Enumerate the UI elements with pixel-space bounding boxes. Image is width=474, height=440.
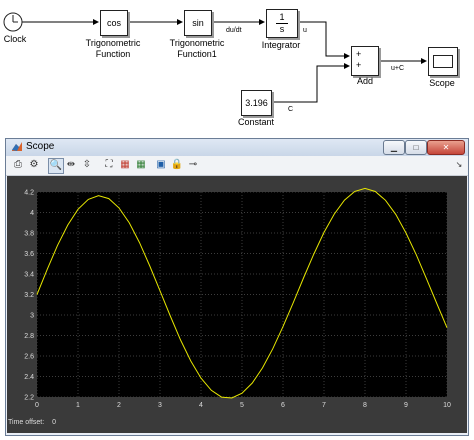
scope-chart: 0 1 2 3 4 5 6 7 8 9 10 2.2 2.4 2.6 2.8 3 3.2 3.4 3.6 3.8 4 4.… [24, 187, 451, 409]
clock-label: Clock [3, 34, 27, 44]
toolbar-dock-arrow[interactable]: ↘ [452, 158, 466, 172]
print-icon: ⎙ [14, 159, 22, 170]
autoscale-icon: ⛶ [105, 159, 113, 170]
zoom-y-icon: ⇳ [82, 159, 92, 170]
trig-function1-label: Trigonometric Function1 [162, 38, 232, 60]
zoom-icon: 🔍 [49, 160, 63, 171]
add-port2-sign: + [356, 60, 362, 70]
trig-function-text: cos [106, 18, 121, 28]
minimize-icon: ▁ [390, 143, 398, 152]
y-tick-label: 4.2 [24, 190, 34, 197]
time-offset-label: Time offset: [8, 419, 45, 426]
x-tick-label: 8 [363, 402, 367, 409]
trig-function1-label-line1: Trigonometric [169, 38, 225, 48]
scope-window-title: Scope [26, 141, 55, 152]
trig-function-block[interactable]: cos [100, 10, 128, 36]
matlab-logo-icon [12, 142, 22, 151]
signal-c: C [288, 106, 294, 113]
simulink-diagram: Clock cos Trigonometric Function sin Tri… [0, 0, 474, 132]
signal-dudt: du/dt [226, 27, 242, 34]
minimize-button[interactable]: ▁ [383, 140, 405, 155]
status-bar: Time offset: 0 [8, 419, 56, 426]
constant-value: 3.196 [245, 98, 268, 108]
x-tick-label: 4 [199, 402, 203, 409]
close-button[interactable]: ✕ [427, 140, 465, 155]
signal-uc: u+C [391, 65, 405, 72]
gear-icon: ⚙ [29, 159, 39, 170]
y-tick-label: 3.2 [24, 292, 34, 299]
trig-function-label-line2: Function [95, 49, 131, 59]
signal-selection-button[interactable]: ⊸ [186, 158, 200, 172]
maximize-icon: □ [413, 143, 419, 152]
x-tick-label: 3 [158, 402, 162, 409]
x-tick-label: 9 [404, 402, 408, 409]
scope-label: Scope [429, 78, 455, 88]
y-tick-label: 3 [30, 313, 34, 320]
x-tick-label: 5 [240, 402, 244, 409]
scope-toolbar: ⎙ ⚙ 🔍 ⇹ ⇳ ⛶ ▦ ▦ ▣ 🔒 ⊸ ↘ [6, 156, 468, 176]
constant-block[interactable]: 3.196 [241, 90, 272, 116]
add-port1-sign: + [356, 49, 362, 59]
autoscale-button[interactable]: ⛶ [102, 158, 116, 172]
y-tick-label: 2.4 [24, 374, 34, 381]
y-tick-label: 2.6 [24, 354, 34, 361]
add-label: Add [356, 76, 373, 86]
lock-button[interactable]: 🔒 [170, 158, 184, 172]
parameters-button[interactable]: ⚙ [27, 158, 41, 172]
add-block[interactable]: + + [351, 46, 379, 76]
print-button[interactable]: ⎙ [11, 158, 25, 172]
x-tick-label: 1 [76, 402, 80, 409]
scope-block[interactable] [428, 47, 458, 76]
y-tick-label: 3.8 [24, 231, 34, 238]
trig-function-label: Trigonometric Function [78, 38, 148, 60]
wire-constant-add [270, 63, 350, 103]
plot-area: 0 1 2 3 4 5 6 7 8 9 10 2.2 2.4 2.6 2.8 3 3.2 3.4 3.6 3.8 4 4.… [7, 176, 467, 433]
trig-function-label-line1: Trigonometric [85, 38, 141, 48]
y-tick-label: 3.4 [24, 272, 34, 279]
time-offset-value: 0 [52, 419, 57, 426]
zoom-x-button[interactable]: ⇹ [64, 158, 78, 172]
lock-icon: 🔒 [170, 159, 184, 170]
zoom-button[interactable]: 🔍 [48, 158, 64, 174]
x-tick-label: 10 [443, 402, 451, 409]
integrator-numerator: 1 [279, 12, 285, 22]
floating-scope-button[interactable]: ▣ [154, 158, 168, 172]
integrator-block[interactable]: 1 s [266, 9, 298, 38]
scope-screen-icon [433, 55, 453, 68]
scope-window: Scope ▁ □ ✕ ⎙ ⚙ 🔍 ⇹ ⇳ ⛶ ▦ ▦ ▣ 🔒 ⊸ ↘ 0 1 2 3… [5, 138, 469, 436]
trig-function1-block[interactable]: sin [184, 10, 212, 36]
x-tick-label: 7 [322, 402, 326, 409]
save-axes-icon: ▦ [120, 159, 130, 170]
x-tick-label: 6 [281, 402, 285, 409]
signal-selection-icon: ⊸ [188, 159, 198, 170]
x-tick-label: 2 [117, 402, 121, 409]
maximize-button[interactable]: □ [405, 140, 427, 155]
trig-function1-text: sin [192, 18, 204, 28]
x-tick-label: 0 [35, 402, 39, 409]
constant-label: Constant [237, 117, 275, 127]
restore-axes-icon: ▦ [136, 159, 146, 170]
trig-function1-label-line2: Function1 [177, 49, 217, 59]
integrator-label: Integrator [261, 40, 301, 50]
floating-scope-icon: ▣ [156, 159, 166, 170]
clock-icon [3, 12, 23, 32]
y-tick-label: 2.8 [24, 333, 34, 340]
scope-titlebar[interactable]: Scope ▁ □ ✕ [6, 139, 468, 157]
zoom-x-icon: ⇹ [66, 159, 76, 170]
y-tick-label: 4 [30, 210, 34, 217]
arrow-icon: ↘ [455, 160, 463, 169]
signal-u: u [303, 27, 307, 34]
y-tick-label: 3.6 [24, 251, 34, 258]
y-tick-label: 2.2 [24, 395, 34, 402]
zoom-y-button[interactable]: ⇳ [80, 158, 94, 172]
close-icon: ✕ [442, 143, 450, 152]
restore-axes-button[interactable]: ▦ [134, 158, 148, 172]
save-axes-button[interactable]: ▦ [118, 158, 132, 172]
integrator-denominator: s [279, 24, 285, 34]
